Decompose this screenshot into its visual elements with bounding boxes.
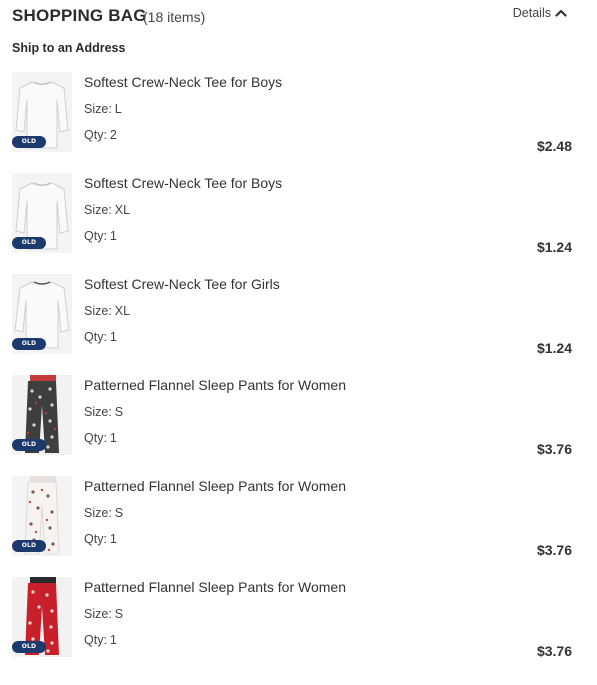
list-item: OLD NAVY Patterned Flannel Sleep Pants f… xyxy=(12,476,572,558)
brand-logo: OLD NAVY xyxy=(12,237,46,253)
product-size: Size: L xyxy=(84,102,122,116)
list-item: OLD NAVY Patterned Flannel Sleep Pants f… xyxy=(12,375,572,457)
brand-logo: OLD NAVY xyxy=(12,338,46,354)
item-count: (18 items) xyxy=(143,9,206,25)
product-name[interactable]: Patterned Flannel Sleep Pants for Women xyxy=(84,478,346,494)
product-name[interactable]: Softest Crew-Neck Tee for Girls xyxy=(84,276,280,292)
brand-logo: OLD NAVY xyxy=(12,439,46,455)
list-item: OLD NAVY Softest Crew-Neck Tee for Girls… xyxy=(12,274,572,356)
product-name[interactable]: Softest Crew-Neck Tee for Boys xyxy=(84,175,282,191)
product-qty: Qty: 1 xyxy=(84,330,117,344)
product-image[interactable]: OLD NAVY xyxy=(12,375,72,455)
product-name[interactable]: Softest Crew-Neck Tee for Boys xyxy=(84,74,282,90)
product-image[interactable]: OLD NAVY xyxy=(12,72,72,152)
bag-header: SHOPPING BAG (18 items) Details xyxy=(12,6,572,28)
product-price: $1.24 xyxy=(536,239,572,255)
product-price: $3.76 xyxy=(536,542,572,558)
brand-logo: OLD NAVY xyxy=(12,540,46,556)
page-title: SHOPPING BAG xyxy=(12,6,147,25)
product-image[interactable]: OLD NAVY xyxy=(12,274,72,354)
product-name[interactable]: Patterned Flannel Sleep Pants for Women xyxy=(84,377,346,393)
product-qty: Qty: 1 xyxy=(84,633,117,647)
product-image[interactable]: OLD NAVY xyxy=(12,577,72,657)
product-qty: Qty: 2 xyxy=(84,128,117,142)
product-size: Size: S xyxy=(84,405,124,419)
product-name[interactable]: Patterned Flannel Sleep Pants for Women xyxy=(84,579,346,595)
product-size: Size: S xyxy=(84,506,124,520)
brand-logo: OLD NAVY xyxy=(12,136,46,152)
list-item: OLD NAVY Patterned Flannel Sleep Pants f… xyxy=(12,577,572,659)
product-size: Size: S xyxy=(84,607,124,621)
list-item: OLD NAVY Softest Crew-Neck Tee for Boys … xyxy=(12,173,572,255)
product-price: $1.24 xyxy=(536,340,572,356)
product-image[interactable]: OLD NAVY xyxy=(12,173,72,253)
chevron-up-icon xyxy=(555,9,567,17)
product-size: Size: XL xyxy=(84,304,131,318)
ship-to-address-label: Ship to an Address xyxy=(12,41,126,55)
brand-logo: OLD NAVY xyxy=(12,641,46,657)
details-label: Details xyxy=(512,6,551,20)
product-qty: Qty: 1 xyxy=(84,532,117,546)
product-qty: Qty: 1 xyxy=(84,229,117,243)
product-image[interactable]: OLD NAVY xyxy=(12,476,72,556)
product-qty: Qty: 1 xyxy=(84,431,117,445)
product-price: $3.76 xyxy=(536,643,572,659)
details-toggle[interactable]: Details xyxy=(513,6,567,20)
product-price: $2.48 xyxy=(536,138,572,154)
list-item: OLD NAVY Softest Crew-Neck Tee for Boys … xyxy=(12,72,572,154)
product-size: Size: XL xyxy=(84,203,131,217)
product-price: $3.76 xyxy=(536,441,572,457)
